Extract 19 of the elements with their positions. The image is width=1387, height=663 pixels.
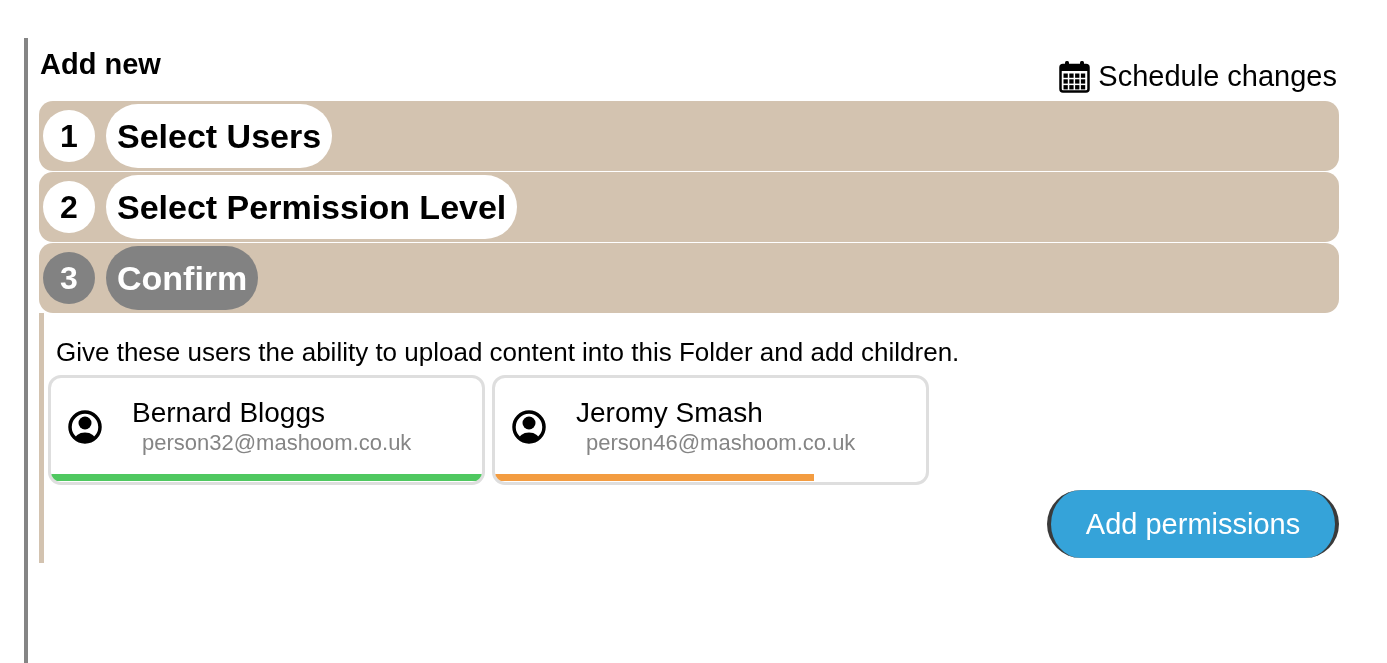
user-email: person32@mashoom.co.uk: [142, 429, 412, 457]
calendar-icon: [1059, 60, 1091, 93]
user-icon: [512, 410, 546, 444]
user-email: person46@mashoom.co.uk: [586, 429, 856, 457]
step-row[interactable]: 3 Confirm: [39, 243, 1339, 313]
step-number: 2: [43, 181, 95, 233]
step-label: Select Users: [106, 104, 333, 168]
user-name: Bernard Bloggs: [132, 397, 326, 429]
step-number: 1: [43, 110, 95, 162]
user-icon: [68, 410, 102, 444]
step-row[interactable]: 1 Select Users: [39, 101, 1339, 171]
step-label: Confirm: [106, 246, 259, 310]
step-number: 3: [43, 252, 95, 304]
step-label: Select Permission Level: [106, 175, 518, 239]
section-title: Add new: [40, 48, 161, 81]
confirm-description: Give these users the ability to upload content into this Folder and add children.: [56, 337, 961, 367]
schedule-changes-link[interactable]: Schedule changes: [1059, 60, 1337, 93]
step-row[interactable]: 2 Select Permission Level: [39, 172, 1339, 242]
user-name: Jeromy Smash: [576, 397, 764, 429]
